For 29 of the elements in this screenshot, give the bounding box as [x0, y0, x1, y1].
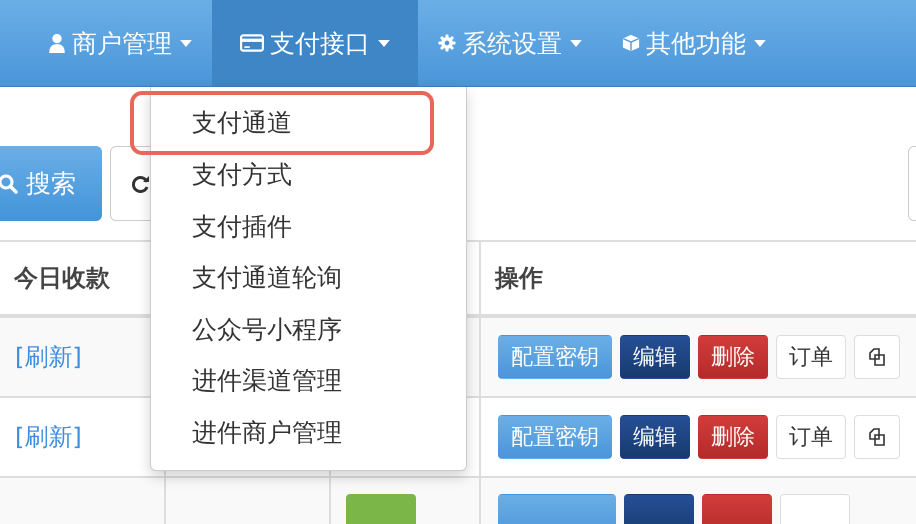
- copy-button[interactable]: [854, 335, 900, 379]
- cube-icon: [622, 33, 640, 53]
- column-header: 操作: [495, 264, 543, 292]
- caret-icon: [754, 40, 766, 46]
- copy-icon: [867, 347, 887, 367]
- caret-icon: [378, 40, 390, 46]
- credit-card-icon: [240, 33, 264, 53]
- action-button[interactable]: 编辑: [620, 335, 690, 379]
- copy-button[interactable]: [854, 415, 900, 459]
- menu-item[interactable]: 支付方式: [151, 149, 466, 200]
- menu-item[interactable]: 公众号小程序: [151, 304, 466, 355]
- action-button[interactable]: 订单: [776, 335, 846, 379]
- search-icon: [0, 174, 18, 194]
- action-button[interactable]: 订单: [776, 415, 846, 459]
- refresh-icon: [131, 174, 151, 194]
- nav-menu[interactable]: 支付接口: [212, 0, 418, 86]
- menu-item[interactable]: 进件商户管理: [151, 406, 466, 458]
- menu-item[interactable]: 支付通道轮询: [151, 252, 466, 304]
- copy-icon: [867, 427, 887, 447]
- column-header: 今日收款: [14, 264, 110, 292]
- menu-item[interactable]: 支付插件: [151, 200, 466, 252]
- action-button[interactable]: 编辑: [620, 415, 690, 459]
- action-button[interactable]: 删除: [698, 415, 768, 459]
- settings-icon: [438, 33, 456, 53]
- caret-icon: [180, 40, 192, 46]
- menu-item[interactable]: 进件渠道管理: [151, 355, 466, 406]
- user-icon: [48, 33, 66, 53]
- caret-icon: [570, 40, 582, 46]
- action-button[interactable]: 删除: [698, 335, 768, 379]
